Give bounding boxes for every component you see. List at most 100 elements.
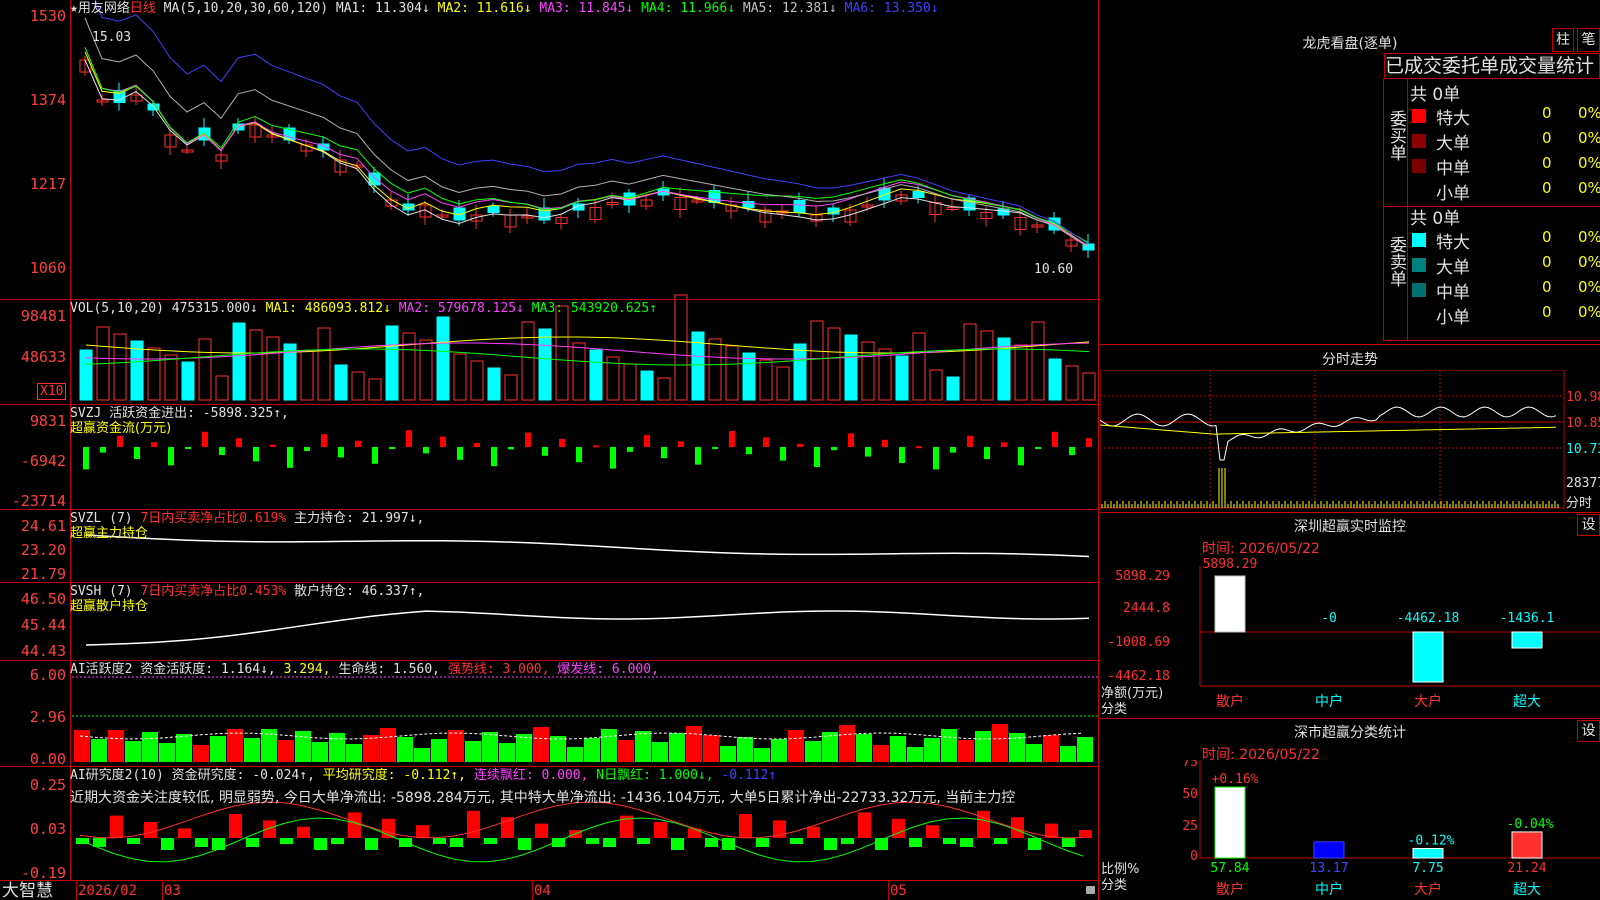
vol-bar [572,342,586,401]
vol-bar [844,334,858,401]
activity-bar [108,730,124,762]
research-bar [790,838,803,844]
monitor-xlabel: 分类 [1101,702,1128,717]
activity-bar [754,748,770,762]
high-price-label: 15.03 [92,30,132,45]
vol-bar [895,355,909,401]
class-bottom-value-4: 21.24 [1507,861,1546,876]
activity-bar [1026,744,1042,762]
activity-bar [584,738,600,762]
activity-bar [567,747,583,762]
research-bar [909,838,922,847]
flow-bar [542,447,548,456]
activity-bar [91,739,107,762]
bar-mode-button[interactable]: 柱 [1552,28,1574,52]
flow-bar [287,447,293,468]
class-bar-2 [1313,841,1345,859]
research-bar [739,814,752,838]
monitor-bar-4 [1511,631,1543,649]
monitor-value-2: -0 [1321,611,1337,626]
vol-bar [436,316,450,401]
row-pct: 0% [1578,129,1600,147]
flow-bar [848,433,854,447]
research-bar [263,820,276,838]
candle-body [368,172,381,186]
research-bar [467,810,480,838]
period-label[interactable]: 日线 [130,1,156,16]
flow-bar [610,447,616,469]
class-cat-4: 超大 [1513,882,1541,898]
brand-label: 大智慧 [2,881,53,900]
research-bar [705,838,718,847]
flow-bar [321,434,327,447]
class-cat-3: 大户 [1414,881,1442,898]
svzl-ytick-2: 23.20 [20,541,66,559]
class-ytick-4: 0 [1190,849,1198,864]
kline-chart[interactable] [0,0,1100,900]
ma-params: MA(5,10,20,30,60,120) [163,1,329,16]
class-settings-button[interactable]: 设 [1577,720,1600,742]
buy-row-2: 大单 0 0% [1410,129,1600,154]
vol-bar [266,336,280,401]
flow-bar [1052,431,1058,447]
longhu-inner-vline [1407,79,1408,341]
activity-bar [380,728,396,762]
ai2-commentary: 近期大资金关注度较低, 明显弱势, 今日大单净流出: -5898.284万元, … [70,790,1016,806]
lock-icon[interactable] [1086,886,1095,894]
fenshi-title: 分时走势 [1322,352,1378,368]
class-top-value-3: -0.12% [1408,833,1455,848]
vol-bar [538,328,552,401]
vol-unit-badge[interactable]: X10 [37,383,67,400]
research-bar [824,838,837,850]
sell-row-4: 小单 0 0% [1410,303,1600,328]
sep-svzl [0,509,1100,510]
svsh-ytick-2: 45.44 [20,616,66,634]
monitor-ytick-1: 5898.29 [1115,569,1170,584]
class-ytick-1: 75 [1182,760,1198,770]
tick-mode-button[interactable]: 笔 [1577,28,1600,52]
flow-bar [899,447,905,463]
vol-bar [130,340,144,401]
monitor-cat-3: 大户 [1414,693,1442,710]
flow-bar [695,447,701,465]
kline-ytick-3: 1217 [29,175,66,193]
ai2-ytick-1: 0.25 [29,776,66,794]
svzj-ytick-2: -6942 [20,452,66,470]
fenshi-unit[interactable]: 分时 [1566,492,1592,511]
candle-body [487,206,500,213]
flow-bar [984,447,990,459]
date-tick-3 [532,880,533,900]
research-bar [994,838,1007,844]
stock-title[interactable]: ★用友网络 [70,1,130,16]
monitor-chart: 5898.29 2444.8 -1008.69 -4462.18 5898.29 散户 -0… [1107,557,1600,710]
low-price-label: 10.60 [1034,262,1074,277]
activity-bar [941,729,957,762]
ma-line-1 [84,59,1089,247]
vol-bar [640,370,654,401]
flow-bar [134,447,140,459]
vol-bar [385,325,399,401]
research-bar [977,810,990,838]
class-cat-1: 散户 [1216,881,1244,898]
activity-bar [414,748,430,762]
date-tick-2 [162,880,163,900]
flow-bar [236,438,242,447]
row-label: 小单 [1436,184,1470,204]
vol-bar [232,322,246,401]
research-bar [484,838,497,844]
vol-bar [793,343,807,401]
monitor-settings-button[interactable]: 设 [1577,514,1600,536]
activity-bar [669,733,685,762]
activity-bar [771,739,787,762]
buy-row-1: 特大 0 0% [1410,104,1600,129]
class-xlabel: 分类 [1101,878,1128,893]
intraday-chart[interactable] [1100,370,1600,510]
research-bar [110,815,123,838]
sell-total: 共 0单 [1410,209,1461,229]
row-color-swatch [1412,283,1426,297]
class-bottom-value-3: 7.75 [1412,861,1443,876]
research-bar [229,814,242,838]
fenshi-top-border [1100,344,1600,345]
vol-bar [351,371,365,401]
ma-value-4: MA4: 11.966↓ [633,1,736,16]
